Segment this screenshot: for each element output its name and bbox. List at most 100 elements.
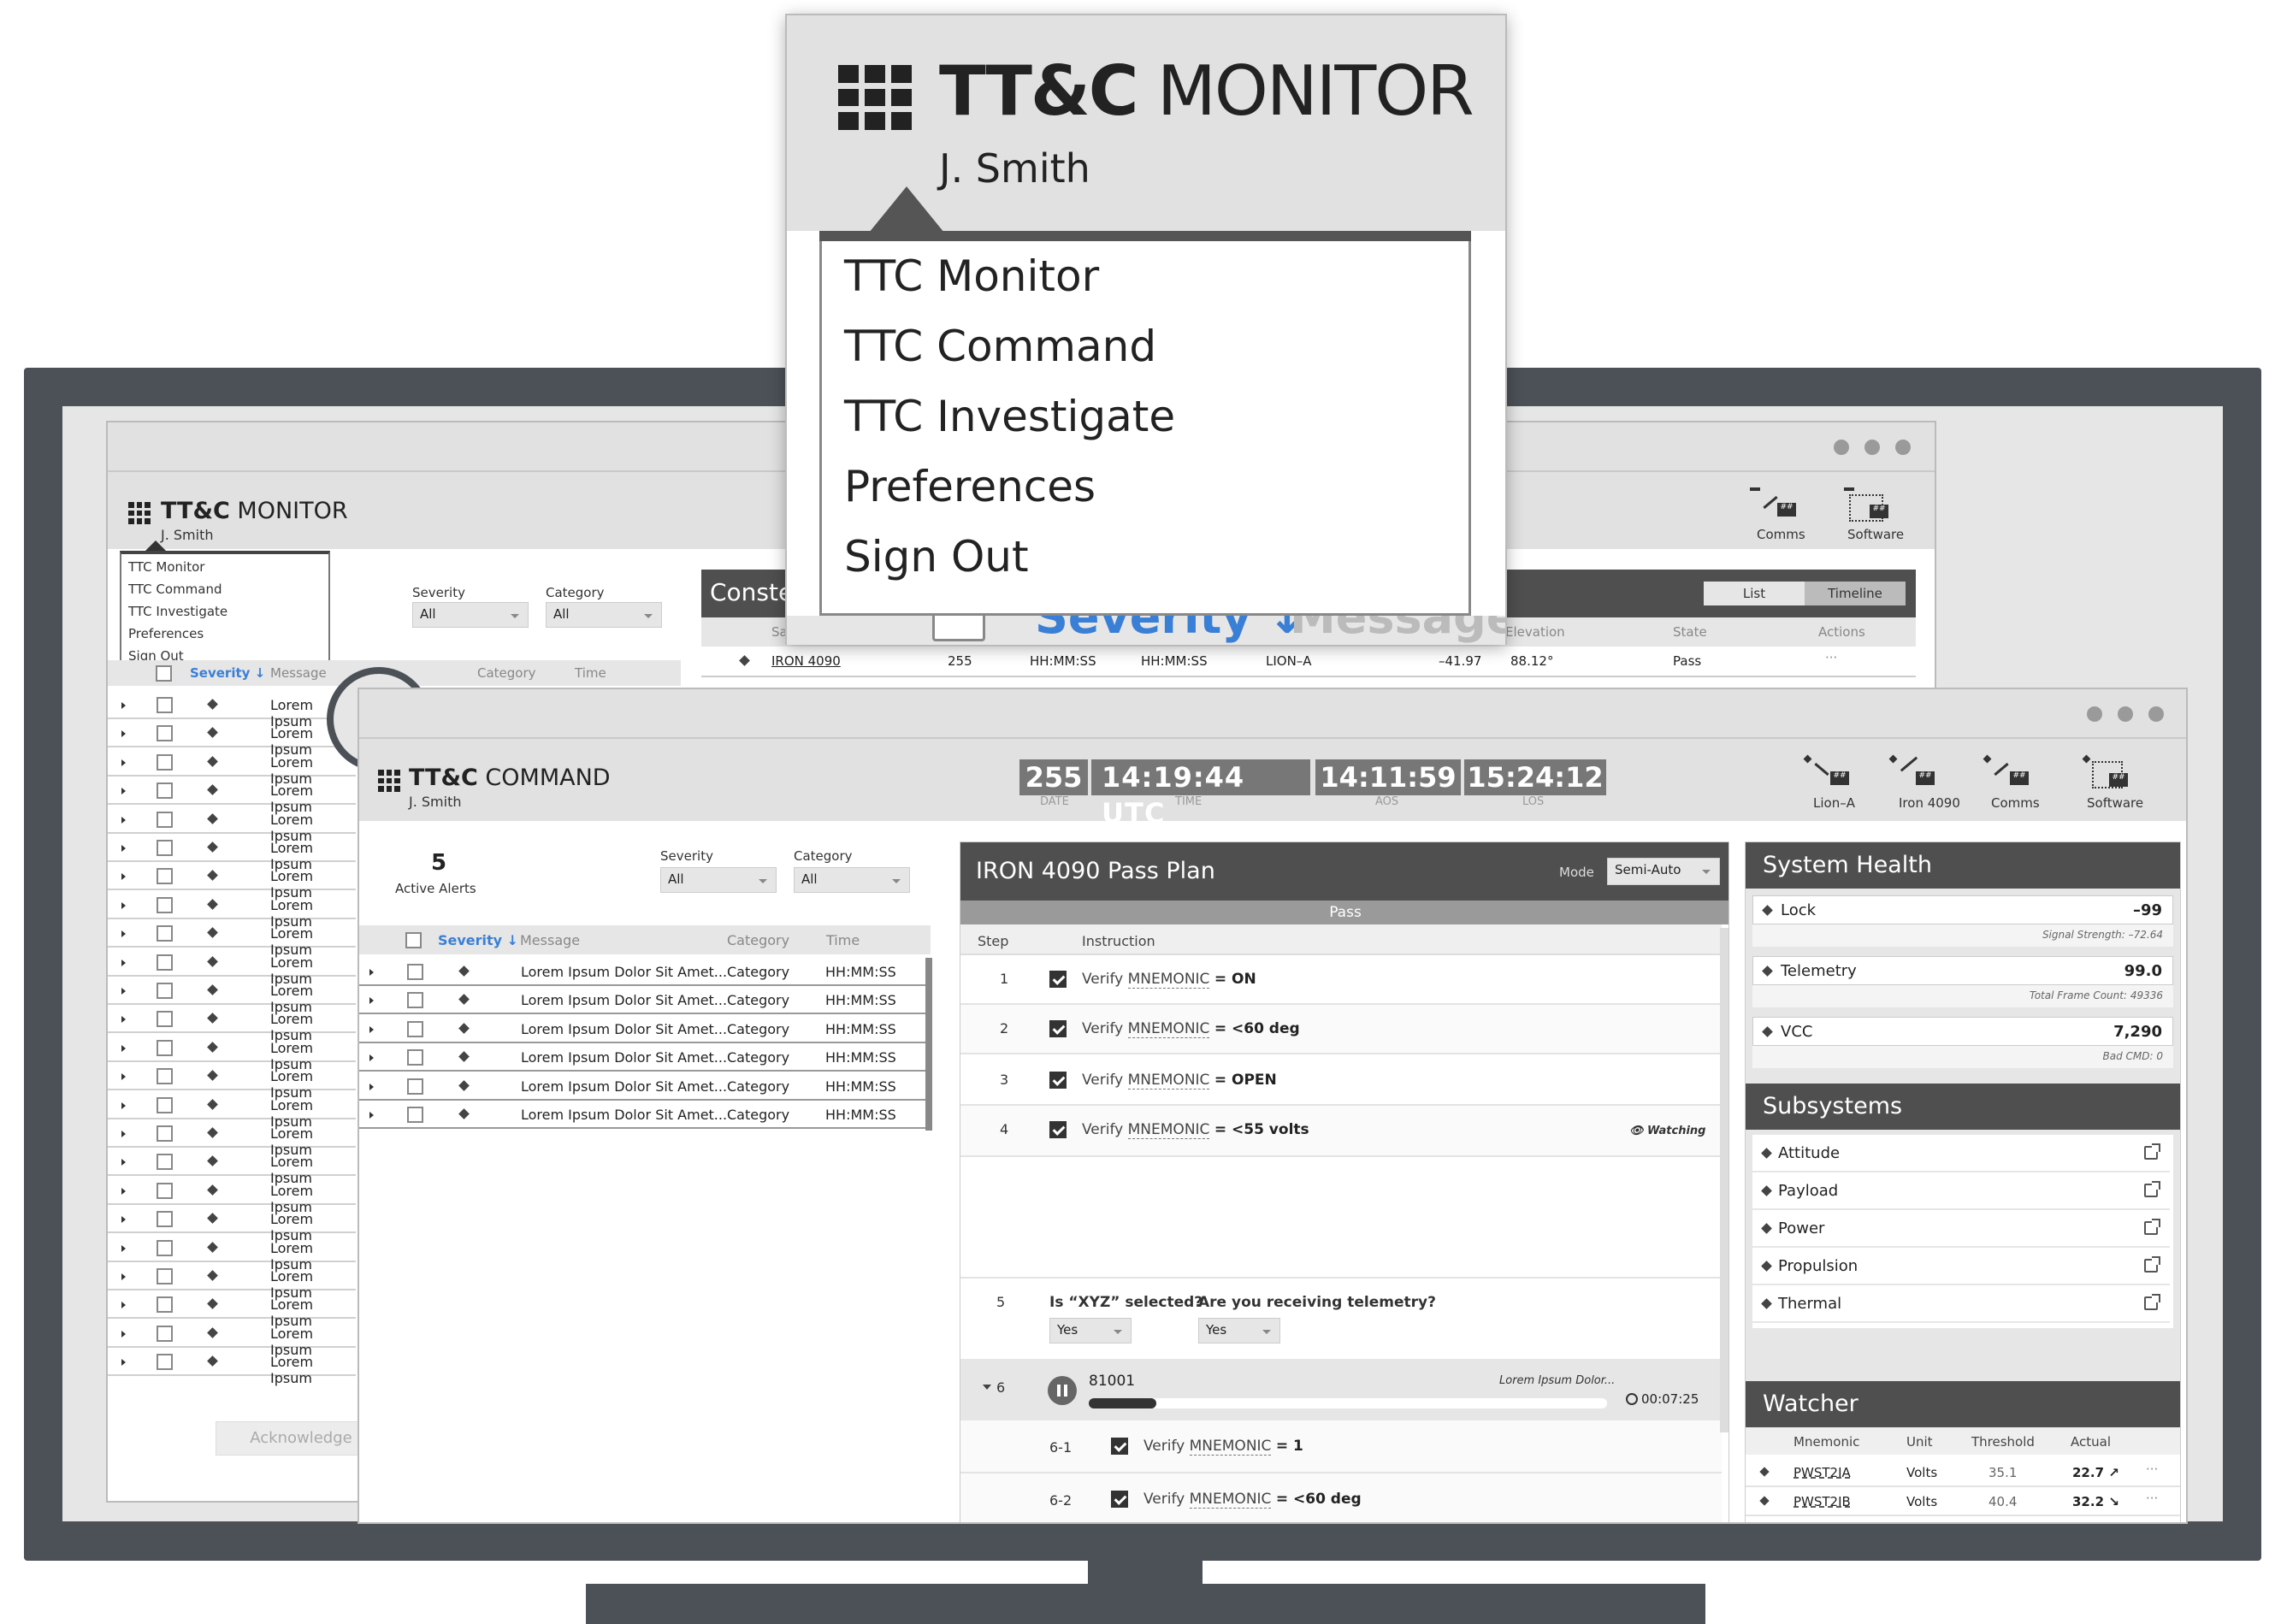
list-item[interactable]: Lorem Ipsum	[108, 948, 356, 987]
row-checkbox[interactable]	[157, 983, 173, 999]
row-checkbox[interactable]	[157, 896, 173, 913]
list-item[interactable]: Lorem Ipsum	[108, 691, 356, 729]
constellation-row[interactable]: IRON 4090 255 HH:MM:SS HH:MM:SS LION–A –…	[701, 647, 1916, 677]
app-grid-icon[interactable]	[128, 502, 151, 524]
row-checkbox[interactable]	[157, 1354, 173, 1371]
col-severity[interactable]: Severity ↓	[438, 932, 518, 948]
list-item[interactable]: Lorem Ipsum	[108, 1205, 356, 1243]
comms-icon[interactable]: ##	[1750, 487, 1801, 530]
view-timeline-button[interactable]: Timeline	[1805, 582, 1906, 605]
pause-icon[interactable]	[1048, 1376, 1077, 1405]
expand-caret-icon[interactable]	[121, 702, 126, 709]
step5-answer-2[interactable]: Yes	[1198, 1318, 1280, 1343]
select-all-checkbox[interactable]	[932, 616, 985, 641]
menu-item-ttc-command[interactable]: TTC Command	[844, 322, 1156, 371]
watcher-row[interactable]: PWST2IB Volts 40.4 32.2 ↘ ···	[1746, 1487, 2180, 1516]
expand-caret-icon[interactable]	[121, 1359, 126, 1367]
alerts-scrollbar[interactable]	[925, 958, 932, 1131]
expand-caret-icon[interactable]	[369, 997, 374, 1005]
expand-caret-icon[interactable]	[121, 1187, 126, 1195]
expand-caret-icon[interactable]	[121, 1073, 126, 1081]
list-item[interactable]: Lorem Ipsum	[108, 1348, 356, 1386]
subsystem-item[interactable]: Payload	[1752, 1172, 2170, 1210]
external-link-icon[interactable]	[2144, 1219, 2160, 1235]
table-row[interactable]: Lorem Ipsum Dolor Sit Amet... Category HH:…	[359, 1043, 925, 1072]
list-item[interactable]: Lorem Ipsum	[108, 806, 356, 844]
expand-caret-icon[interactable]	[121, 959, 126, 966]
expand-caret-icon[interactable]	[121, 1016, 126, 1024]
step6-row[interactable]: 6 81001 Lorem Ipsum Dolor... 00:07:25	[960, 1359, 1722, 1420]
list-item[interactable]: Lorem Ipsum	[108, 891, 356, 930]
expand-caret-icon[interactable]	[369, 1025, 374, 1033]
expand-caret-icon[interactable]	[121, 988, 126, 995]
row-checkbox[interactable]	[157, 1239, 173, 1256]
expand-caret-icon[interactable]	[121, 759, 126, 766]
external-link-icon[interactable]	[2144, 1143, 2160, 1160]
expand-caret-icon[interactable]	[121, 1159, 126, 1166]
row-actions-button[interactable]: ···	[2146, 1462, 2158, 1477]
expand-caret-icon[interactable]	[121, 901, 126, 909]
list-item[interactable]: Lorem Ipsum	[108, 1062, 356, 1101]
menu-item-ttc-command[interactable]: TTC Command	[128, 582, 222, 597]
user-name[interactable]: J. Smith	[161, 527, 214, 543]
row-checkbox[interactable]	[157, 1039, 173, 1056]
window-control-dot[interactable]	[2118, 706, 2133, 722]
list-item[interactable]: Lorem Ipsum	[108, 1148, 356, 1186]
row-checkbox[interactable]	[157, 697, 173, 713]
row-actions-button[interactable]: ···	[1825, 650, 1837, 665]
category-select[interactable]: All	[794, 867, 910, 893]
list-item[interactable]: Lorem Ipsum	[108, 719, 356, 758]
list-item[interactable]: Lorem Ipsum	[108, 834, 356, 872]
expand-caret-icon[interactable]	[121, 1244, 126, 1252]
menu-item-ttc-investigate[interactable]: TTC Investigate	[844, 392, 1175, 441]
list-item[interactable]: Lorem Ipsum	[108, 1320, 356, 1358]
row-checkbox[interactable]	[157, 1296, 173, 1314]
watcher-mnemonic[interactable]: PWST2IA	[1793, 1465, 1851, 1480]
lion-a-icon[interactable]: ##	[1803, 754, 1856, 794]
expand-caret-icon[interactable]	[369, 1083, 374, 1090]
col-time[interactable]: Time	[575, 665, 606, 681]
comms-icon[interactable]: ##	[1983, 754, 2036, 794]
expand-caret-icon[interactable]	[121, 1302, 126, 1309]
col-category[interactable]: Category	[727, 932, 789, 948]
list-item[interactable]: Lorem Ipsum	[108, 777, 356, 815]
zoom-user-name[interactable]: J. Smith	[939, 145, 1090, 192]
health-item[interactable]: Lock –99	[1752, 895, 2173, 924]
row-checkbox[interactable]	[157, 1211, 173, 1228]
col-severity[interactable]: Severity ↓	[190, 665, 265, 681]
row-checkbox[interactable]	[407, 1078, 423, 1095]
expand-caret-icon[interactable]	[121, 845, 126, 852]
plan-substep[interactable]: 6-1 Verify MNEMONIC = 1	[960, 1420, 1722, 1473]
row-checkbox[interactable]	[157, 1125, 173, 1142]
table-row[interactable]: Lorem Ipsum Dolor Sit Amet... Category HH:…	[359, 1072, 925, 1101]
col-time[interactable]: Time	[826, 932, 860, 948]
list-item[interactable]: Lorem Ipsum	[108, 1034, 356, 1072]
list-item[interactable]: Lorem Ipsum	[108, 1119, 356, 1158]
list-item[interactable]: Lorem Ipsum	[108, 1177, 356, 1215]
expand-caret-icon[interactable]	[121, 788, 126, 795]
row-checkbox[interactable]	[407, 992, 423, 1009]
step-checkbox[interactable]	[1111, 1438, 1128, 1455]
external-link-icon[interactable]	[2144, 1181, 2160, 1197]
row-checkbox[interactable]	[157, 1096, 173, 1113]
expand-caret-icon[interactable]	[121, 1044, 126, 1052]
table-row[interactable]: Lorem Ipsum Dolor Sit Amet... Category HH:…	[359, 986, 925, 1015]
row-checkbox[interactable]	[157, 782, 173, 800]
row-checkbox[interactable]	[157, 1154, 173, 1171]
subsystem-item[interactable]: Thermal	[1752, 1285, 2170, 1323]
step-checkbox[interactable]	[1111, 1491, 1128, 1508]
row-checkbox[interactable]	[157, 811, 173, 828]
expand-caret-icon[interactable]	[121, 1273, 126, 1280]
row-checkbox[interactable]	[157, 954, 173, 971]
row-checkbox[interactable]	[407, 1107, 423, 1123]
plan-step[interactable]: 1 Verify MNEMONIC = ON	[960, 955, 1722, 1005]
plan-step[interactable]: 3 Verify MNEMONIC = OPEN	[960, 1056, 1722, 1106]
row-checkbox[interactable]	[407, 1049, 423, 1066]
list-item[interactable]: Lorem Ipsum	[108, 1091, 356, 1130]
severity-select[interactable]: All	[412, 602, 529, 628]
menu-item-sign-out[interactable]: Sign Out	[844, 532, 1029, 582]
col-message[interactable]: Message	[520, 932, 580, 948]
collapse-caret-icon[interactable]	[983, 1385, 991, 1390]
window-control-dot[interactable]	[1864, 440, 1880, 455]
step5-answer-1[interactable]: Yes	[1049, 1318, 1132, 1343]
